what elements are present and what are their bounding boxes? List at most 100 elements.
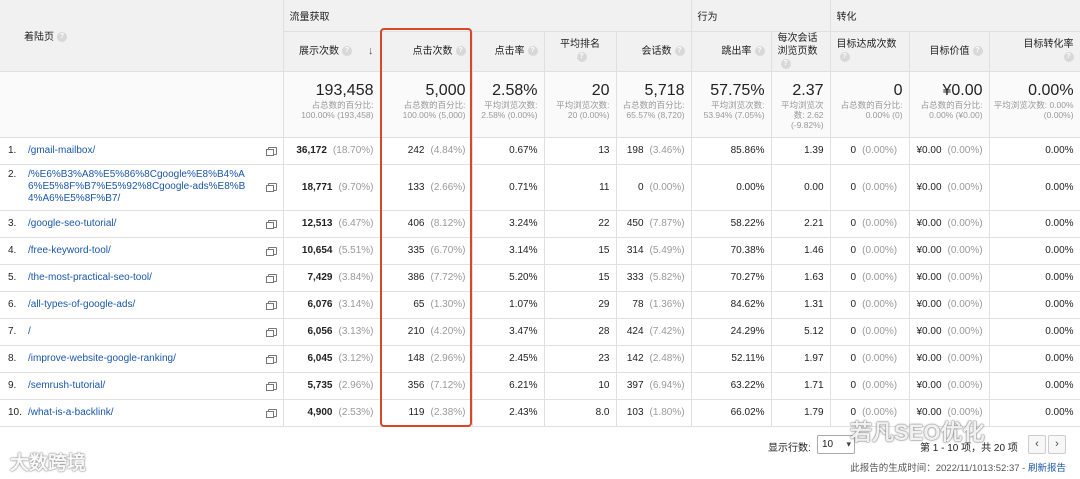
goal-completions-cell: 0 (0.00%)	[830, 318, 910, 346]
pages-per-session-cell: 1.46	[771, 237, 831, 265]
landing-page-cell: 9. /semrush-tutorial/	[0, 372, 284, 400]
avg-position-cell: 23	[544, 345, 617, 373]
landing-page-link[interactable]: /free-keyword-tool/	[28, 245, 253, 257]
help-icon[interactable]: ?	[576, 52, 587, 63]
avg-position-cell: 10	[544, 372, 617, 400]
open-external-icon[interactable]	[265, 300, 277, 310]
pages-per-session-cell: 1.31	[771, 291, 831, 319]
bounce-rate-cell: 52.11%	[691, 345, 772, 373]
avg-position-cell: 28	[544, 318, 617, 346]
row-index: 3.	[8, 217, 17, 229]
prev-page-button[interactable]: ‹	[1028, 435, 1046, 454]
avg-position-cell: 15	[544, 237, 617, 265]
landing-page-link[interactable]: /google-seo-tutorial/	[28, 218, 253, 230]
impressions-cell: 5,735 (2.96%)	[283, 372, 381, 400]
goal-value-cell: ¥0.00 (0.00%)	[909, 318, 990, 346]
help-icon[interactable]: ?	[1063, 52, 1074, 63]
col-bounce-rate[interactable]: 跳出率?	[691, 31, 772, 72]
col-sessions[interactable]: 会话数?	[616, 31, 692, 72]
totals-label-cell	[0, 71, 284, 138]
goal-conversion-rate-cell: 0.00%	[989, 399, 1080, 427]
pages-per-session-cell: 1.79	[771, 399, 831, 427]
ctr-cell: 0.71%	[472, 164, 545, 211]
landing-page-link[interactable]: /gmail-mailbox/	[28, 145, 253, 157]
col-goal-conversion-rate[interactable]: 目标转化率?	[989, 31, 1080, 72]
avg-position-cell: 29	[544, 291, 617, 319]
landing-page-cell: 10. /what-is-a-backlink/	[0, 399, 284, 427]
goal-conversion-rate-cell: 0.00%	[989, 264, 1080, 292]
sessions-cell: 198 (3.46%)	[616, 137, 692, 165]
landing-page-link[interactable]: /semrush-tutorial/	[28, 380, 253, 392]
help-icon[interactable]: ?	[754, 45, 765, 56]
pages-per-session-cell: 5.12	[771, 318, 831, 346]
help-icon[interactable]: ?	[527, 45, 538, 56]
sort-desc-icon[interactable]: ↓	[368, 45, 374, 57]
col-impressions[interactable]: 展示次数? ↓	[283, 31, 381, 72]
help-icon[interactable]: ?	[342, 45, 352, 56]
open-external-icon[interactable]	[265, 183, 277, 192]
bounce-rate-cell: 66.02%	[691, 399, 772, 427]
impressions-cell: 4,900 (2.53%)	[283, 399, 381, 427]
help-icon[interactable]: ?	[57, 32, 67, 43]
impressions-cell: 12,513 (6.47%)	[283, 210, 381, 238]
col-pages-per-session[interactable]: 每次会话浏览页数?	[771, 31, 831, 72]
col-ctr[interactable]: 点击率?	[472, 31, 545, 72]
landing-page-link[interactable]: /	[28, 326, 253, 338]
help-icon[interactable]: ?	[780, 58, 791, 69]
landing-page-header[interactable]: 着陆页?	[0, 0, 284, 72]
totals-row: 193,458 占总数的百分比: 100.00% (193,458) 5,000 占…	[0, 71, 1080, 138]
help-icon[interactable]: ?	[455, 45, 466, 56]
table-row: 2. /%E6%B3%A8%E5%86%8Cgoogle%E8%B4%A6%E5%…	[0, 164, 1080, 211]
table-row: 5. /the-most-practical-seo-tool/7,429 (3.8…	[0, 264, 1080, 292]
impressions-cell: 6,045 (3.12%)	[283, 345, 381, 373]
open-external-icon[interactable]	[265, 354, 277, 364]
pages-per-session-cell: 1.39	[771, 137, 831, 165]
avg-position-cell: 22	[544, 210, 617, 238]
open-external-icon[interactable]	[265, 219, 277, 229]
row-index: 2.	[8, 169, 17, 180]
goal-conversion-rate-cell: 0.00%	[989, 291, 1080, 319]
total-bounce-rate: 57.75% 平均浏览次数: 53.94% (7.05%)	[691, 71, 772, 138]
open-external-icon[interactable]	[265, 273, 277, 283]
landing-page-link[interactable]: /%E6%B3%A8%E5%86%8Cgoogle%E8%B4%A6%E5%8F…	[28, 169, 253, 205]
help-icon[interactable]: ?	[972, 45, 983, 56]
sessions-cell: 78 (1.36%)	[616, 291, 692, 319]
row-index: 10.	[8, 406, 22, 418]
open-external-icon[interactable]	[265, 146, 277, 156]
report-generated-note: 此报告的生成时间：2022/11/1013:52:37 - 刷新报告	[850, 463, 1066, 474]
col-goal-completions[interactable]: 目标达成次数?	[830, 31, 910, 72]
ctr-cell: 2.43%	[472, 399, 545, 427]
next-page-button[interactable]: ›	[1048, 435, 1066, 454]
goal-conversion-rate-cell: 0.00%	[989, 210, 1080, 238]
row-index: 1.	[8, 144, 17, 156]
open-external-icon[interactable]	[265, 381, 277, 391]
col-avg-position[interactable]: 平均排名?	[544, 31, 617, 72]
open-external-icon[interactable]	[265, 246, 277, 256]
open-external-icon[interactable]	[265, 408, 277, 418]
landing-page-link[interactable]: /what-is-a-backlink/	[28, 407, 253, 419]
group-conversion: 转化	[830, 0, 1080, 32]
row-index: 9.	[8, 379, 17, 391]
pages-per-session-cell: 2.21	[771, 210, 831, 238]
sessions-cell: 103 (1.80%)	[616, 399, 692, 427]
goal-completions-cell: 0 (0.00%)	[830, 372, 910, 400]
open-external-icon[interactable]	[265, 327, 277, 337]
help-icon[interactable]: ?	[839, 52, 850, 63]
row-index: 4.	[8, 244, 17, 256]
sessions-cell: 333 (5.82%)	[616, 264, 692, 292]
goal-conversion-rate-cell: 0.00%	[989, 345, 1080, 373]
goal-value-cell: ¥0.00 (0.00%)	[909, 237, 990, 265]
help-icon[interactable]: ?	[674, 45, 685, 56]
row-index: 7.	[8, 325, 17, 337]
landing-page-link[interactable]: /all-types-of-google-ads/	[28, 299, 253, 311]
refresh-report-link[interactable]: 刷新报告	[1028, 463, 1066, 474]
bounce-rate-cell: 70.27%	[691, 264, 772, 292]
col-clicks[interactable]: 点击次数?	[380, 31, 473, 72]
col-goal-value[interactable]: 目标价值?	[909, 31, 990, 72]
avg-position-cell: 13	[544, 137, 617, 165]
landing-page-link[interactable]: /improve-website-google-ranking/	[28, 353, 253, 365]
landing-page-link[interactable]: /the-most-practical-seo-tool/	[28, 272, 253, 284]
pages-per-session-cell: 0.00	[771, 164, 831, 211]
clicks-cell: 119 (2.38%)	[380, 399, 473, 427]
total-goal-value: ¥0.00 占总数的百分比: 0.00% (¥0.00)	[909, 71, 990, 138]
